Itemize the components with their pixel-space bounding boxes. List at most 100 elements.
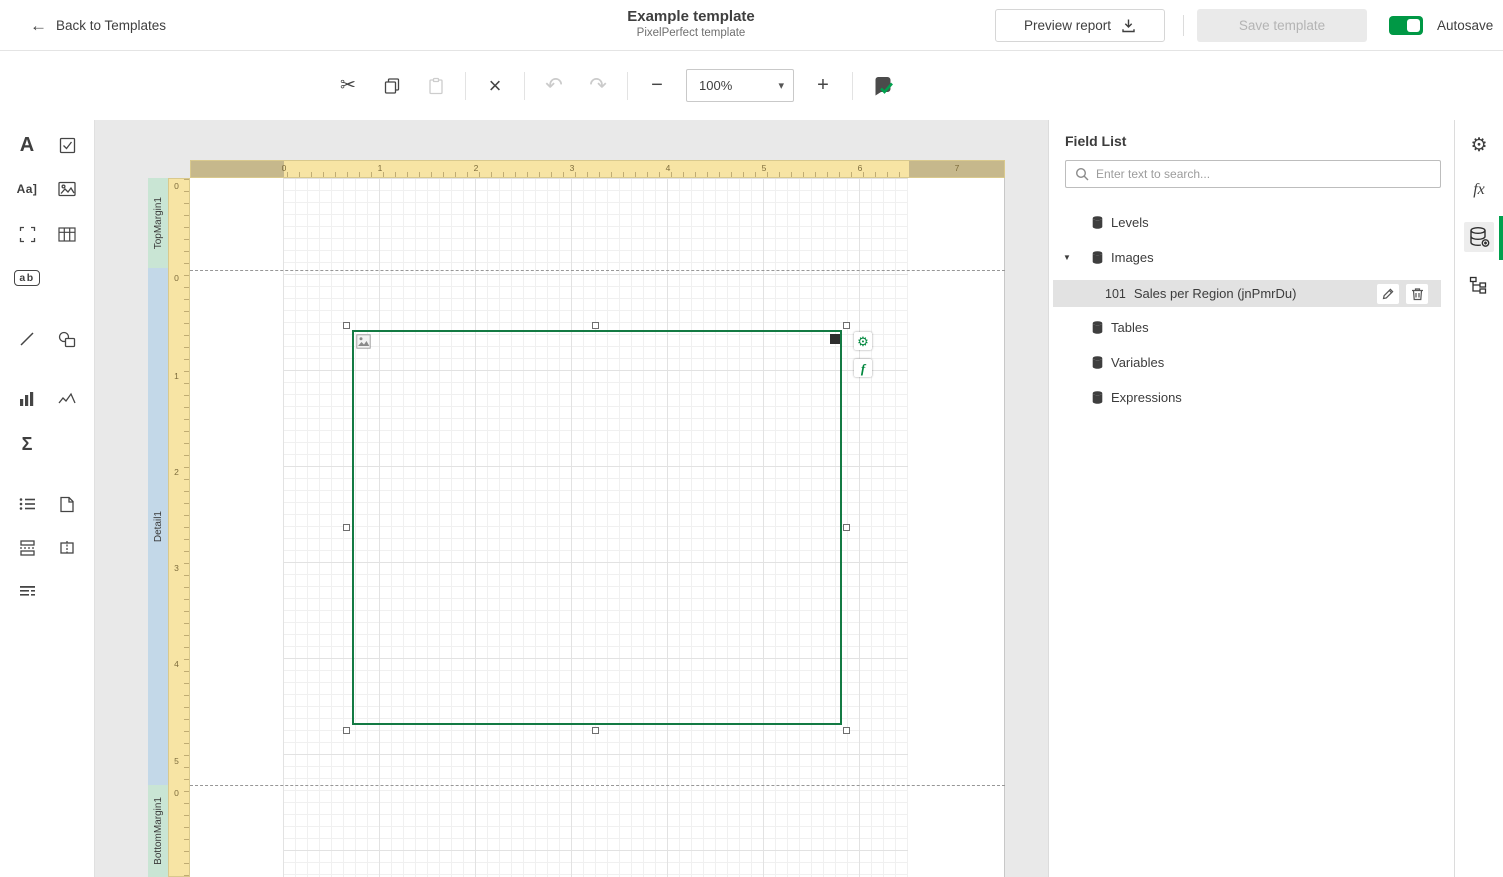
levels-tab[interactable] — [1464, 270, 1494, 300]
band-separator-top[interactable] — [190, 270, 1005, 271]
bar-chart-icon — [19, 391, 35, 407]
tree-item-images[interactable]: ▼ Images — [1049, 245, 1456, 269]
database-gear-icon — [1468, 226, 1490, 248]
copy-button[interactable] — [377, 71, 407, 101]
chart-tool[interactable] — [11, 383, 43, 415]
copy-icon — [383, 77, 401, 95]
band-strip-detail[interactable]: Detail1 — [148, 268, 168, 785]
edit-toolbar: ✂ × ↶ ↷ − 100% ▾ + — [0, 51, 1503, 120]
sparkline-tool[interactable] — [51, 383, 83, 415]
autosave-toggle[interactable] — [1389, 16, 1423, 35]
save-template-button[interactable]: Save template — [1197, 9, 1367, 42]
toggle-knob — [1407, 19, 1420, 32]
resize-handle-nw[interactable] — [343, 322, 350, 329]
settings-tab[interactable]: ⚙ — [1464, 130, 1494, 160]
search-icon — [1075, 167, 1089, 181]
check-box-icon — [59, 137, 76, 154]
ruler-label: 5 — [169, 756, 184, 766]
shape-tool[interactable] — [51, 323, 83, 355]
tree-item-image-101[interactable]: 101 Sales per Region (jnPmrDu) — [1053, 280, 1441, 307]
resize-handle-ne[interactable] — [843, 322, 850, 329]
resize-handle-n[interactable] — [592, 322, 599, 329]
undo-button[interactable]: ↶ — [539, 71, 569, 101]
ruler-label: 4 — [169, 659, 184, 669]
sparkline-icon — [58, 392, 76, 406]
resize-handle-sw[interactable] — [343, 727, 350, 734]
list-tool[interactable] — [11, 488, 43, 520]
element-settings-button[interactable]: ⚙ — [854, 332, 872, 350]
delete-icon: × — [489, 73, 502, 99]
collapse-caret-icon[interactable]: ▼ — [1063, 253, 1071, 262]
band-separator-bottom[interactable] — [190, 785, 1005, 786]
paste-button[interactable] — [421, 71, 451, 101]
summary-tool[interactable]: Σ — [11, 428, 43, 460]
toolbar-divider — [852, 72, 853, 100]
label-tool-icon: A — [20, 134, 34, 157]
ruler-label: 2 — [169, 467, 184, 477]
ruler-label: 1 — [169, 371, 184, 381]
image-item-label: Sales per Region (jnPmrDu) — [1134, 286, 1297, 301]
panel-frame-icon — [19, 226, 36, 243]
band-strip-bottom-margin[interactable]: BottomMargin1 — [148, 785, 168, 877]
picture-icon — [58, 181, 76, 197]
label-tool[interactable]: A — [11, 129, 43, 161]
edit-item-button[interactable] — [1377, 284, 1399, 304]
back-to-templates[interactable]: ← Back to Templates — [30, 0, 166, 50]
cut-button[interactable]: ✂ — [333, 71, 363, 101]
cut-icon: ✂ — [340, 74, 356, 97]
preview-report-button[interactable]: Preview report — [995, 9, 1165, 42]
tree-item-tables[interactable]: Tables — [1049, 315, 1456, 339]
toolbar-divider — [627, 72, 628, 100]
character-comb-tool[interactable]: ab — [11, 262, 43, 294]
ruler-label: 0 — [169, 181, 184, 191]
edit-pencil-icon — [1382, 288, 1394, 300]
field-list-tab[interactable] — [1464, 222, 1494, 252]
redo-button[interactable]: ↷ — [583, 71, 613, 101]
delete-item-button[interactable] — [1406, 284, 1428, 304]
resize-handle-se[interactable] — [843, 727, 850, 734]
rich-text-icon: Aa] — [17, 182, 38, 196]
rich-text-tool[interactable]: Aa] — [11, 173, 43, 205]
tree-item-label: Images — [1111, 250, 1154, 265]
template-subtitle: PixelPerfect template — [627, 27, 755, 39]
resize-handle-s[interactable] — [592, 727, 599, 734]
element-expression-button[interactable]: f — [854, 359, 872, 377]
expression-editor-tab[interactable]: fx — [1464, 175, 1494, 205]
delete-button[interactable]: × — [480, 71, 510, 101]
bullet-list-icon — [19, 497, 36, 511]
panel-tool[interactable] — [11, 218, 43, 250]
selected-image-element[interactable] — [352, 330, 842, 725]
page-break-tool[interactable] — [11, 532, 43, 564]
zoom-out-button[interactable]: − — [642, 71, 672, 101]
band-strip-top-margin[interactable]: TopMargin1 — [148, 178, 168, 268]
smart-tag-handle[interactable] — [830, 334, 840, 344]
resize-handle-e[interactable] — [843, 524, 850, 531]
zoom-level-select[interactable]: 100% ▾ — [686, 69, 794, 102]
dropdown-caret-icon: ▾ — [778, 79, 784, 92]
hierarchy-icon — [1469, 276, 1489, 294]
field-list-title: Field List — [1065, 133, 1126, 149]
resize-handle-w[interactable] — [343, 524, 350, 531]
page-info-tool[interactable] — [51, 488, 83, 520]
check-box-tool[interactable] — [51, 129, 83, 161]
vertical-ruler: 0 0 1 2 3 4 5 0 — [168, 178, 190, 877]
toc-icon — [19, 585, 36, 599]
design-canvas: 0 1 2 3 4 5 6 7 0 0 1 2 3 4 5 0 TopMargi… — [95, 120, 1048, 877]
picture-box-tool[interactable] — [51, 173, 83, 205]
validate-template-button[interactable] — [867, 71, 901, 101]
autosave-label: Autosave — [1437, 18, 1493, 33]
table-of-contents-tool[interactable] — [11, 576, 43, 608]
redo-icon: ↷ — [589, 73, 607, 98]
table-tool[interactable] — [51, 218, 83, 250]
tree-item-levels[interactable]: Levels — [1049, 210, 1456, 234]
tree-item-expressions[interactable]: Expressions — [1049, 385, 1456, 409]
gear-icon: ⚙ — [857, 335, 869, 348]
cross-band-tool[interactable] — [51, 532, 83, 564]
database-icon — [1092, 321, 1103, 334]
search-input[interactable] — [1096, 167, 1431, 181]
line-tool[interactable] — [11, 323, 43, 355]
database-icon — [1092, 216, 1103, 229]
tree-item-variables[interactable]: Variables — [1049, 350, 1456, 374]
ruler-label: 6 — [858, 163, 863, 173]
zoom-in-button[interactable]: + — [808, 71, 838, 101]
